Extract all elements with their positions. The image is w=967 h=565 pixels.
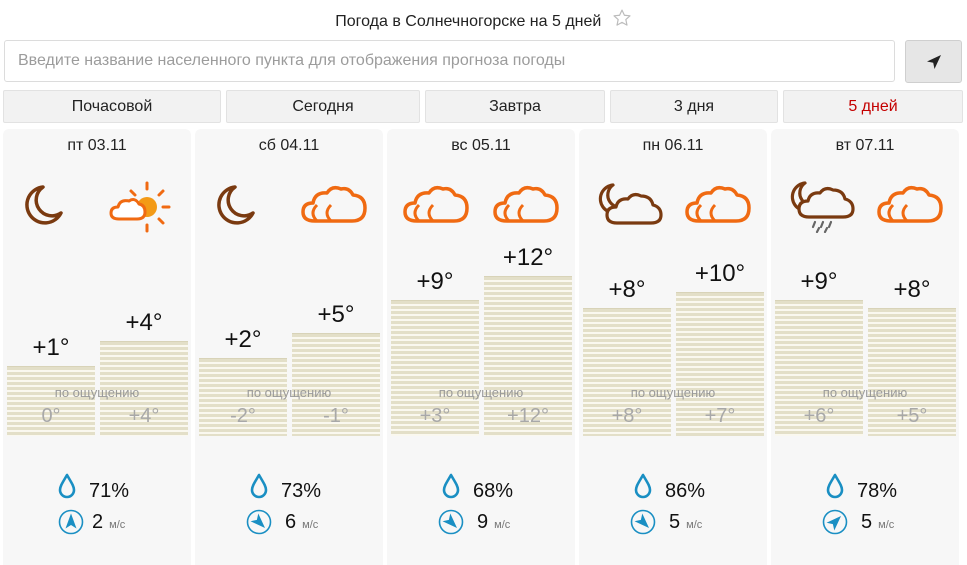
day-temperature: +10°	[694, 260, 746, 287]
night-temperature: +9°	[416, 268, 454, 296]
day-date: пн 06.11	[642, 137, 704, 154]
wind-speed-value: 2	[92, 511, 104, 533]
day-date: вс 05.11	[451, 137, 511, 154]
wind-unit: м/с	[302, 519, 319, 531]
wind-speed-value: 6	[285, 511, 297, 533]
moon-cloud-rain-icon	[783, 177, 855, 234]
tab-label: Почасовой	[71, 97, 153, 115]
humidity-value: 73%	[281, 480, 322, 502]
night-feels-like: +6°	[803, 405, 835, 427]
day-feels-like: +5°	[896, 405, 928, 427]
day-temperature: +5°	[317, 301, 355, 328]
cloudy-icon	[399, 177, 471, 233]
geolocate-button[interactable]	[905, 40, 962, 83]
tab-5-days[interactable]: 5 дней	[783, 90, 963, 123]
humidity-drop-icon	[249, 473, 269, 504]
day-temperature: +12°	[502, 243, 554, 271]
search-input[interactable]	[4, 40, 895, 82]
wind-speed: 9 м/с	[477, 511, 510, 534]
humidity-drop-icon	[825, 473, 845, 504]
partly-sunny-icon	[105, 177, 177, 233]
wind-unit: м/с	[686, 519, 703, 531]
night-feels-like: +3°	[419, 405, 451, 427]
location-arrow-icon	[926, 54, 941, 69]
day-column: сб 04.11 +2° +5° по ощущению -2° -1° 73% 6 м/с	[195, 129, 383, 565]
day-column: пн 06.11 +8° +10° по ощущению +8° +7° 86% 5 м/с	[579, 129, 767, 565]
night-temperature: +9°	[800, 268, 838, 296]
wind-arrow-southeast-icon	[630, 509, 656, 540]
day-date: сб 04.11	[258, 137, 320, 154]
day-feels-like: +7°	[704, 405, 736, 427]
humidity-drop-icon	[441, 473, 461, 504]
wind-unit: м/с	[109, 519, 126, 531]
wind-speed: 5 м/с	[669, 511, 702, 534]
wind-unit: м/с	[878, 519, 895, 531]
night-temperature: +2°	[224, 325, 262, 353]
night-feels-like: 0°	[41, 405, 61, 427]
day-temperature: +4°	[125, 309, 163, 337]
day-feels-like: +4°	[128, 405, 160, 427]
page-title-text: Погода в Солнечногорске на 5 дней	[335, 13, 602, 30]
wind-unit: м/с	[494, 519, 511, 531]
feels-like-label: по ощущению	[822, 385, 908, 400]
tab-3-days[interactable]: 3 дня	[610, 90, 778, 123]
wind-speed-value: 5	[669, 511, 681, 533]
cloudy-icon	[489, 177, 561, 233]
humidity-value: 68%	[473, 480, 514, 502]
humidity-drop-icon	[633, 473, 653, 504]
wind-arrow-southeast-icon	[246, 509, 272, 540]
wind-arrow-northeast-icon	[822, 509, 848, 540]
tab-hourly[interactable]: Почасовой	[3, 90, 221, 123]
moon-icon	[207, 177, 279, 233]
wind-speed-value: 5	[861, 511, 873, 533]
wind-speed: 2 м/с	[92, 511, 125, 534]
day-column: пт 03.11 +1° +4° по ощущению 0° +4° 71% 2 м/с	[3, 129, 191, 565]
feels-like-label: по ощущению	[438, 385, 524, 400]
night-feels-like: +8°	[611, 405, 643, 427]
day-temperature: +8°	[893, 276, 931, 304]
wind-arrow-north-icon	[58, 509, 84, 540]
humidity-drop-icon	[57, 473, 77, 504]
night-temperature: +8°	[608, 276, 646, 304]
tab-today[interactable]: Сегодня	[226, 90, 420, 123]
day-feels-like: -1°	[323, 405, 349, 427]
wind-speed-value: 9	[477, 511, 489, 533]
day-date: вт 07.11	[835, 137, 895, 154]
tab-label: 3 дня	[673, 97, 715, 115]
moon-icon	[15, 177, 87, 233]
day-date: пт 03.11	[67, 137, 127, 154]
tab-label: 5 дней	[848, 97, 898, 115]
day-feels-like: +12°	[507, 405, 549, 427]
feels-like-label: по ощущению	[246, 385, 332, 400]
day-column: вт 07.11 +9° +8° по ощущению +6° +5° 78% 5 м/с	[771, 129, 959, 565]
cloudy-icon	[297, 177, 369, 233]
wind-speed: 6 м/с	[285, 511, 318, 534]
feels-like-label: по ощущению	[630, 385, 716, 400]
moon-cloud-icon	[591, 177, 663, 233]
night-feels-like: -2°	[230, 405, 256, 427]
humidity-value: 71%	[89, 480, 130, 502]
wind-speed: 5 м/с	[861, 511, 894, 534]
tab-label: Сегодня	[292, 97, 354, 115]
tab-tomorrow[interactable]: Завтра	[425, 90, 605, 123]
tab-label: Завтра	[489, 97, 541, 115]
humidity-value: 78%	[857, 480, 898, 502]
feels-like-label: по ощущению	[54, 385, 140, 400]
night-temperature: +1°	[32, 333, 70, 361]
cloudy-icon	[681, 177, 753, 233]
day-column: вс 05.11 +9° +12° по ощущению +3° +12° 68% 9 м/с	[387, 129, 575, 565]
cloudy-icon	[873, 177, 945, 233]
humidity-value: 86%	[665, 480, 706, 502]
wind-arrow-southeast-icon	[438, 509, 464, 540]
page-title: Погода в Солнечногорске на 5 дней	[0, 8, 967, 30]
favorite-star-icon[interactable]	[612, 8, 632, 33]
